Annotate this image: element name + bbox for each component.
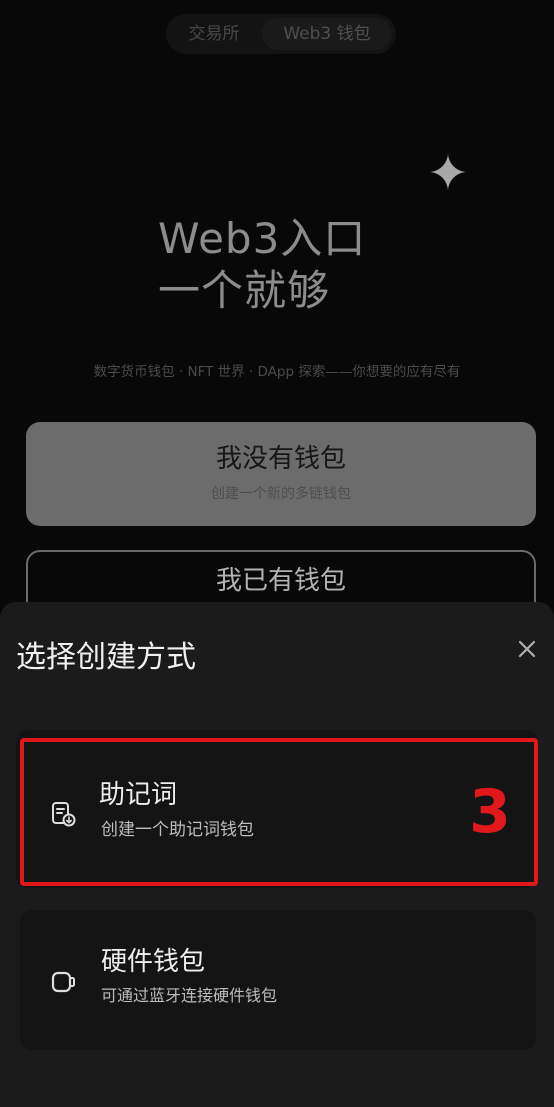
sparkle-icon bbox=[430, 154, 466, 190]
tab-web3-wallet[interactable]: Web3 钱包 bbox=[262, 18, 392, 50]
hero-subtitle: 数字货币钱包 · NFT 世界 · DApp 探索——你想要的应有尽有 bbox=[93, 364, 461, 380]
hardware-wallet-option[interactable]: 硬件钱包 可通过蓝牙连接硬件钱包 bbox=[20, 910, 536, 1050]
sheet-title: 选择创建方式 bbox=[16, 640, 196, 675]
highlight-annotation-box bbox=[20, 738, 538, 886]
close-icon[interactable] bbox=[514, 636, 540, 662]
have-wallet-label: 我已有钱包 bbox=[215, 566, 346, 596]
exchange-web3-toggle[interactable]: 交易所 Web3 钱包 bbox=[166, 14, 396, 54]
hardware-wallet-description: 可通过蓝牙连接硬件钱包 bbox=[101, 986, 278, 1005]
no-wallet-button[interactable]: 我没有钱包 创建一个新的多链钱包 bbox=[26, 422, 536, 526]
hardware-wallet-icon bbox=[51, 971, 75, 993]
no-wallet-sublabel: 创建一个新的多链钱包 bbox=[211, 486, 351, 502]
step-number-annotation: 3 bbox=[469, 777, 511, 847]
tab-exchange[interactable]: 交易所 bbox=[166, 18, 262, 50]
hero-title-line2: 一个就够 bbox=[158, 266, 331, 315]
no-wallet-label: 我没有钱包 bbox=[215, 444, 346, 474]
create-method-sheet: 选择创建方式 助记词 创建一个助记词钱包 3 硬件钱包 可通过蓝牙连接硬件钱包 bbox=[0, 602, 554, 1107]
hardware-wallet-label: 硬件钱包 bbox=[101, 947, 206, 977]
hero-title-line1: Web3入口 bbox=[158, 214, 367, 263]
